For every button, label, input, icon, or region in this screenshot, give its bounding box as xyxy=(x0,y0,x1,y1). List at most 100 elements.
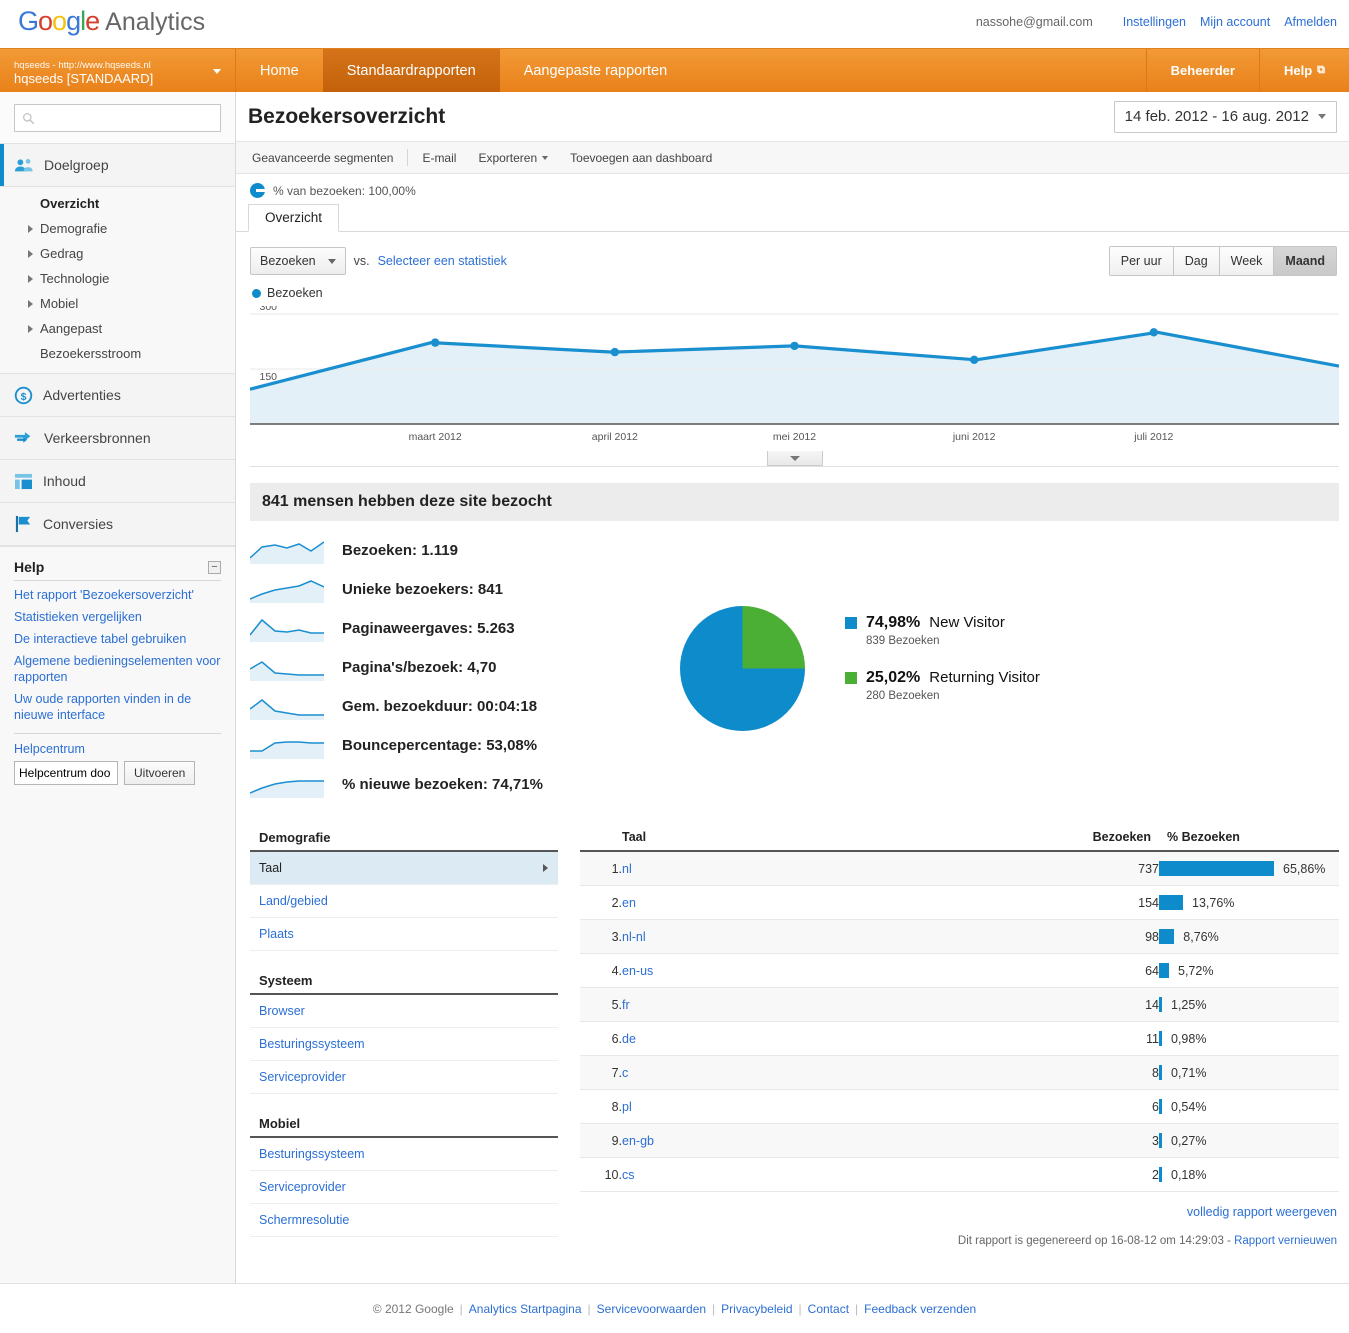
metric-selector[interactable]: Bezoeken xyxy=(250,247,346,275)
nav-tab-help[interactable]: Help⧉ xyxy=(1259,49,1349,92)
sidebar-subitem-aangepast[interactable]: Aangepast xyxy=(0,316,235,341)
table-row[interactable]: 8.pl60,54% xyxy=(580,1090,1339,1124)
footer-link-feedback[interactable]: Feedback verzenden xyxy=(864,1302,976,1316)
table-row[interactable]: 7.c80,71% xyxy=(580,1056,1339,1090)
new-vs-returning-pie-chart[interactable] xyxy=(680,606,805,731)
search-input[interactable] xyxy=(35,110,213,126)
helpcentrum-label[interactable]: Helpcentrum xyxy=(14,742,221,756)
minimize-icon[interactable]: − xyxy=(208,561,221,574)
toolbar-exporteren[interactable]: Exporteren xyxy=(467,151,559,165)
metric-row[interactable]: % nieuwe bezoeken: 74,71% xyxy=(250,765,650,804)
dimension-item-browser[interactable]: Browser xyxy=(250,995,558,1028)
sidebar-subitem-bezoekersstroom[interactable]: Bezoekersstroom xyxy=(0,341,235,366)
toolbar-geavanceerde-segmenten[interactable]: Geavanceerde segmenten xyxy=(248,151,404,165)
metric-row[interactable]: Bouncepercentage: 53,08% xyxy=(250,726,650,765)
row-language[interactable]: fr xyxy=(622,988,1064,1022)
row-language[interactable]: cs xyxy=(622,1158,1064,1192)
toolbar-toevoegen-aan-dashboard[interactable]: Toevoegen aan dashboard xyxy=(559,151,723,165)
helpcentrum-input[interactable] xyxy=(14,761,118,785)
row-language-link[interactable]: cs xyxy=(622,1168,635,1182)
metric-row[interactable]: Pagina's/bezoek: 4,70 xyxy=(250,648,650,687)
row-language-link[interactable]: c xyxy=(622,1066,628,1080)
profile-selector[interactable]: hqseeds - http://www.hqseeds.nl hqseeds … xyxy=(0,49,236,92)
nav-tab-home[interactable]: Home xyxy=(236,49,323,92)
chart-expander-nub[interactable] xyxy=(767,451,823,466)
dimension-item-schermresolutie[interactable]: Schermresolutie xyxy=(250,1204,558,1237)
account-link-mijn-account[interactable]: Mijn account xyxy=(1200,15,1270,29)
footer-link-privacybeleid[interactable]: Privacybeleid xyxy=(721,1302,792,1316)
dimension-item-besturingssysteem[interactable]: Besturingssysteem xyxy=(250,1028,558,1061)
row-language-link[interactable]: en-us xyxy=(622,964,653,978)
row-language-link[interactable]: en xyxy=(622,896,636,910)
table-row[interactable]: 1.nl73765,86% xyxy=(580,851,1339,886)
th-taal[interactable]: Taal xyxy=(622,826,1064,851)
dimension-item-serviceprovider[interactable]: Serviceprovider xyxy=(250,1171,558,1204)
row-language[interactable]: en-gb xyxy=(622,1124,1064,1158)
row-language-link[interactable]: fr xyxy=(622,998,630,1012)
helpcentrum-submit-button[interactable]: Uitvoeren xyxy=(124,761,195,785)
date-range-picker[interactable]: 14 feb. 2012 - 16 aug. 2012 xyxy=(1114,101,1337,133)
refresh-report-link[interactable]: Rapport vernieuwen xyxy=(1234,1235,1337,1247)
granularity-week[interactable]: Week xyxy=(1219,247,1274,275)
select-statistic-link[interactable]: Selecteer een statistiek xyxy=(378,254,507,268)
chart-expander[interactable] xyxy=(250,451,1339,467)
granularity-per-uur[interactable]: Per uur xyxy=(1110,247,1173,275)
sidebar-item-verkeersbronnen[interactable]: Verkeersbronnen xyxy=(0,416,235,460)
nav-tab-beheerder[interactable]: Beheerder xyxy=(1146,49,1259,92)
granularity-dag[interactable]: Dag xyxy=(1173,247,1219,275)
dimension-item-serviceprovider[interactable]: Serviceprovider xyxy=(250,1061,558,1094)
help-link-tabel[interactable]: De interactieve tabel gebruiken xyxy=(14,631,221,647)
sidebar-subitem-mobiel[interactable]: Mobiel xyxy=(0,291,235,316)
table-row[interactable]: 9.en-gb30,27% xyxy=(580,1124,1339,1158)
sidebar-item-doelgroep[interactable]: Doelgroep xyxy=(0,143,235,187)
metric-row[interactable]: Paginaweergaves: 5.263 xyxy=(250,609,650,648)
full-report-link[interactable]: volledig rapport weergeven xyxy=(1187,1205,1337,1219)
row-language[interactable]: en-us xyxy=(622,954,1064,988)
help-link-rapport[interactable]: Het rapport 'Bezoekersoverzicht' xyxy=(14,587,221,603)
th-pct-bezoeken[interactable]: % Bezoeken xyxy=(1159,826,1339,851)
dimension-item-taal[interactable]: Taal xyxy=(250,852,558,885)
account-link-afmelden[interactable]: Afmelden xyxy=(1284,15,1337,29)
dimension-item-besturingssysteem[interactable]: Besturingssysteem xyxy=(250,1138,558,1171)
sidebar-item-advertenties[interactable]: $ Advertenties xyxy=(0,373,235,417)
search-box[interactable] xyxy=(14,104,221,132)
nav-tab-aangepaste-rapporten[interactable]: Aangepaste rapporten xyxy=(500,49,692,92)
help-link-statistieken[interactable]: Statistieken vergelijken xyxy=(14,609,221,625)
help-link-bedieningselementen[interactable]: Algemene bedieningselementen voor rappor… xyxy=(14,653,221,685)
sidebar-subitem-gedrag[interactable]: Gedrag xyxy=(0,241,235,266)
row-language-link[interactable]: pl xyxy=(622,1100,632,1114)
row-language[interactable]: pl xyxy=(622,1090,1064,1124)
row-language[interactable]: c xyxy=(622,1056,1064,1090)
row-language-link[interactable]: en-gb xyxy=(622,1134,654,1148)
table-row[interactable]: 6.de110,98% xyxy=(580,1022,1339,1056)
footer-link-servicevoorwaarden[interactable]: Servicevoorwaarden xyxy=(597,1302,706,1316)
dimension-item-plaats[interactable]: Plaats xyxy=(250,918,558,951)
visits-line-chart[interactable]: 300150maart 2012april 2012mei 2012juni 2… xyxy=(250,306,1339,451)
toolbar-email[interactable]: E-mail xyxy=(411,151,467,165)
sidebar-item-inhoud[interactable]: Inhoud xyxy=(0,459,235,503)
row-language-link[interactable]: nl-nl xyxy=(622,930,646,944)
sidebar-subitem-demografie[interactable]: Demografie xyxy=(0,216,235,241)
row-language[interactable]: de xyxy=(622,1022,1064,1056)
row-language[interactable]: nl-nl xyxy=(622,920,1064,954)
sidebar-subitem-technologie[interactable]: Technologie xyxy=(0,266,235,291)
table-row[interactable]: 2.en15413,76% xyxy=(580,886,1339,920)
help-link-oude-rapporten[interactable]: Uw oude rapporten vinden in de nieuwe in… xyxy=(14,691,221,723)
metric-row[interactable]: Unieke bezoekers: 841 xyxy=(250,570,650,609)
row-language-link[interactable]: nl xyxy=(622,862,632,876)
metric-row[interactable]: Bezoeken: 1.119 xyxy=(250,531,650,570)
nav-tab-standaardrapporten[interactable]: Standaardrapporten xyxy=(323,49,500,92)
sidebar-item-conversies[interactable]: Conversies xyxy=(0,502,235,546)
tab-overzicht[interactable]: Overzicht xyxy=(248,204,339,232)
metric-row[interactable]: Gem. bezoekduur: 00:04:18 xyxy=(250,687,650,726)
table-row[interactable]: 10.cs20,18% xyxy=(580,1158,1339,1192)
table-row[interactable]: 4.en-us645,72% xyxy=(580,954,1339,988)
table-row[interactable]: 3.nl-nl988,76% xyxy=(580,920,1339,954)
row-language[interactable]: nl xyxy=(622,851,1064,886)
dimension-item-land-gebied[interactable]: Land/gebied xyxy=(250,885,558,918)
account-link-instellingen[interactable]: Instellingen xyxy=(1123,15,1186,29)
row-language-link[interactable]: de xyxy=(622,1032,636,1046)
th-bezoeken[interactable]: Bezoeken xyxy=(1064,826,1159,851)
table-row[interactable]: 5.fr141,25% xyxy=(580,988,1339,1022)
footer-link-contact[interactable]: Contact xyxy=(808,1302,849,1316)
